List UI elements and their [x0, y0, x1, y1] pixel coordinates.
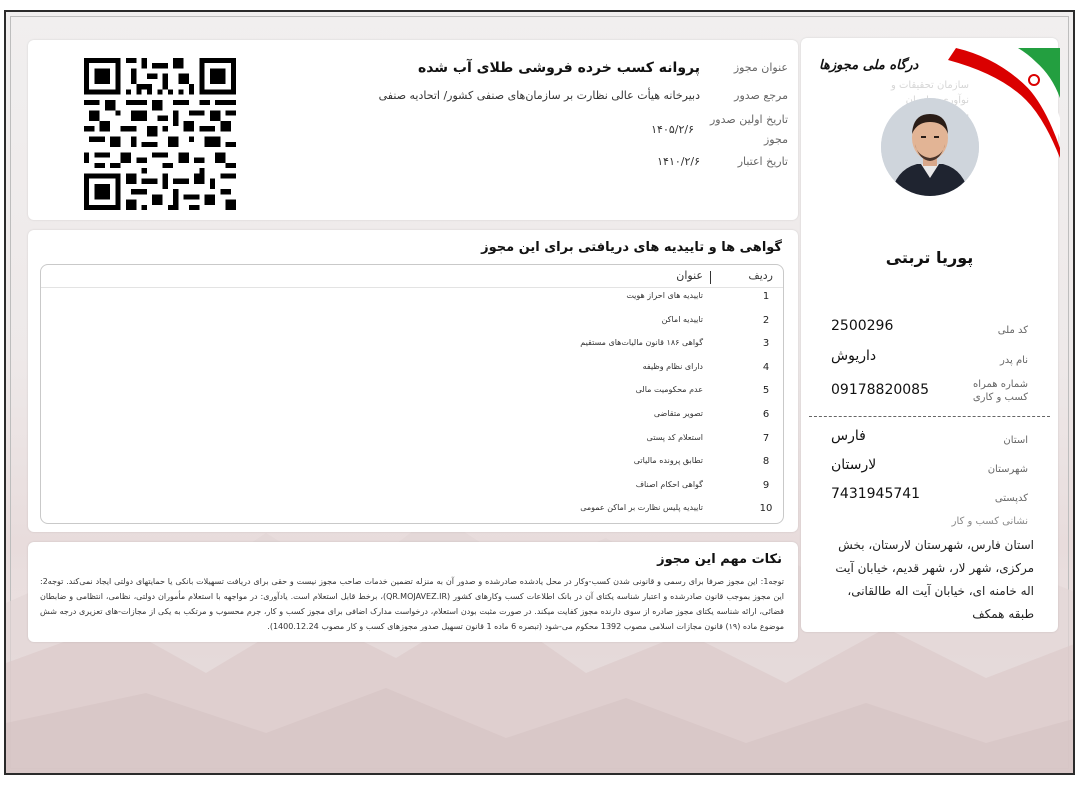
postal-code-row: کدپستی 7431945741 — [831, 486, 1028, 510]
national-id-value: 2500296 — [831, 318, 894, 334]
province-label: استان — [1003, 435, 1028, 446]
license-title-label: عنوان مجوز — [733, 61, 788, 74]
row-number: 5 — [762, 385, 770, 397]
table-row: 5 عدم محکومیت مالی — [41, 385, 783, 405]
license-issuer-label: مرجع صدور — [734, 89, 788, 102]
notes-text: توجه1: این مجوز صرفا برای رسمی و قانونی … — [40, 577, 784, 631]
province-row: استان فارس — [831, 428, 1028, 452]
table-row: 2 تاییدیه اماکن — [41, 315, 783, 335]
row-number: 6 — [762, 409, 770, 420]
person-avatar-icon — [881, 98, 979, 196]
table-row: 8 تطابق پرونده مالیاتی — [41, 456, 783, 476]
province-value: فارس — [831, 428, 866, 444]
mobile-label: شماره همراه کسب و کاری — [972, 379, 1028, 403]
row-title: استعلام کد پستی — [646, 432, 703, 442]
table-row: 7 استعلام کد پستی — [41, 433, 783, 453]
row-title: تاییدیه پلیس نظارت بر اماکن عمومی — [580, 503, 703, 513]
address-label: نشانی کسب و کار — [951, 516, 1028, 527]
certificates-card: گواهی ها و تاییدیه های دریافتی برای این … — [28, 230, 798, 532]
profile-avatar — [881, 98, 979, 196]
address-value: استان فارس، شهرستان لارستان، بخش مرکزی، … — [835, 538, 1034, 621]
row-title: گواهی ۱۸۶ قانون مالیات‌های مستقیم — [580, 338, 703, 348]
row-title: تاییدیه اماکن — [661, 314, 703, 324]
license-first-issue-label: تاریخ اولین صدور مجوز — [709, 113, 788, 146]
certificate-frame: عنوان مجوز پروانه کسب خرده فروشی طلای آب… — [4, 10, 1075, 775]
row-title: دارای نظام وظیفه — [642, 361, 703, 371]
table-row: 4 دارای نظام وظیفه — [41, 362, 783, 382]
row-number: 3 — [762, 338, 770, 350]
row-title: تصویر متقاضی — [653, 409, 703, 418]
license-issuer: دبیرخانه هیأت عالی نظارت بر سازمان‌های ص… — [378, 89, 700, 102]
license-validity: ۱۴۱۰/۲/۶ — [657, 155, 700, 168]
row-title: تطابق پرونده مالیاتی — [633, 456, 703, 466]
certificates-title: گواهی ها و تاییدیه های دریافتی برای این … — [481, 240, 782, 255]
row-number: 10 — [759, 503, 773, 515]
postal-code-label: کدپستی — [994, 493, 1028, 504]
table-row: 10 تاییدیه پلیس نظارت بر اماکن عمومی — [41, 503, 783, 523]
license-validity-row: تاریخ اعتبار ۱۴۱۰/۲/۶ — [343, 152, 788, 172]
notes-title: نکات مهم این مجوز — [657, 552, 782, 567]
table-row: 6 تصویر متقاضی — [41, 409, 783, 429]
row-number: 8 — [762, 456, 770, 468]
profile-card: درگاه ملی مجوزها سازمان تحقیقات و نوآوری… — [801, 38, 1060, 632]
column-header-row: ردیف — [748, 269, 773, 282]
dashed-divider — [809, 416, 1050, 417]
license-title: پروانه کسب خرده فروشی طلای آب شده — [417, 60, 700, 76]
national-id-label: کد ملی — [997, 325, 1028, 336]
row-number: 4 — [762, 361, 770, 373]
city-value: لارستان — [831, 457, 877, 473]
city-label: شهرستان — [987, 464, 1028, 475]
license-first-issue-row: تاریخ اولین صدور مجوز ۱۴۰۵/۲/۶ — [343, 110, 788, 150]
father-name-value: داریوش — [831, 348, 877, 364]
father-name-label: نام پدر — [999, 355, 1028, 366]
column-header-title: عنوان — [676, 269, 703, 282]
row-number: 1 — [762, 291, 770, 302]
license-validity-label: تاریخ اعتبار — [737, 155, 788, 168]
certificates-table: ردیف عنوان 1 تاییدیه های احراز هویت 2 تایید… — [40, 264, 784, 524]
national-id-row: کد ملی 2500296 — [831, 318, 1028, 342]
license-summary-card: عنوان مجوز پروانه کسب خرده فروشی طلای آب… — [28, 40, 798, 220]
table-header: ردیف عنوان — [41, 269, 783, 287]
license-first-issue: ۱۴۰۵/۲/۶ — [651, 123, 694, 136]
license-issuer-row: مرجع صدور دبیرخانه هیأت عالی نظارت بر سا… — [343, 86, 788, 106]
profile-name: پوریا تربتی — [885, 248, 974, 267]
table-row: 3 گواهی ۱۸۶ قانون مالیات‌های مستقیم — [41, 338, 783, 358]
mobile-value: 09178820085 — [831, 382, 929, 398]
qr-code[interactable] — [84, 58, 236, 210]
column-separator — [710, 271, 711, 284]
row-title: گواهی احکام اصناف — [635, 479, 703, 489]
row-number: 2 — [762, 314, 770, 326]
row-title: تاییدیه های احراز هویت — [626, 291, 703, 300]
row-number: 7 — [762, 432, 770, 444]
row-title: عدم محکومیت مالی — [635, 385, 703, 395]
license-title-row: عنوان مجوز پروانه کسب خرده فروشی طلای آب… — [343, 58, 788, 78]
notes-card: نکات مهم این مجوز توجه1: این مجوز صرفا ب… — [28, 542, 798, 642]
postal-code-value: 7431945741 — [831, 486, 921, 502]
mobile-row: شماره همراه کسب و کاری 09178820085 — [831, 378, 1028, 412]
portal-logo: درگاه ملی مجوزها — [819, 58, 919, 73]
header-divider — [41, 287, 783, 288]
row-number: 9 — [762, 479, 770, 491]
table-row: 9 گواهی احکام اصناف — [41, 480, 783, 500]
city-row: شهرستان لارستان — [831, 457, 1028, 481]
father-name-row: نام پدر داریوش — [831, 348, 1028, 372]
table-row: 1 تاییدیه های احراز هویت — [41, 291, 783, 311]
